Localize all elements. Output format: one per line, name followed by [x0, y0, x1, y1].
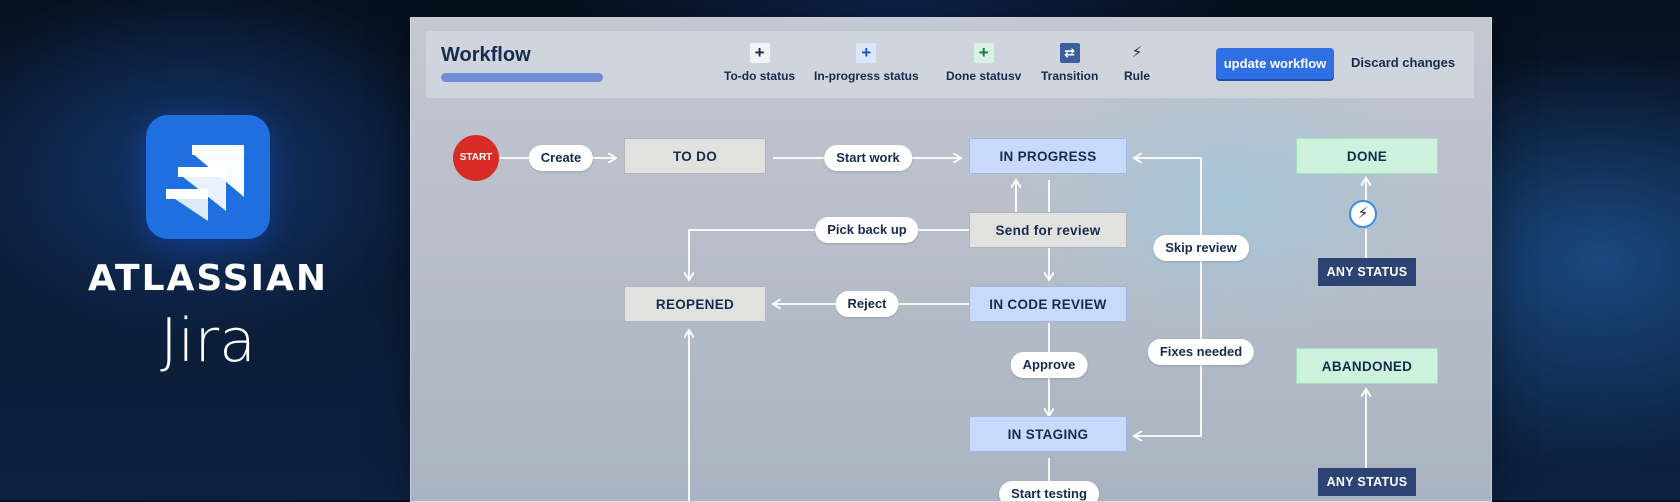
transition-create[interactable]: Create [528, 145, 594, 171]
status-todo[interactable]: TO DO [624, 138, 766, 174]
transition-skip-review[interactable]: Skip review [1153, 235, 1249, 261]
workflow-editor-panel: Workflow + To-do status + In-progress st… [410, 17, 1492, 502]
brand-product-name: Jira [160, 306, 256, 376]
start-node[interactable]: START [453, 135, 499, 181]
status-done[interactable]: DONE [1296, 138, 1438, 174]
status-in-code-review[interactable]: IN CODE REVIEW [969, 286, 1127, 322]
transition-send-for-review[interactable]: Send for review [969, 212, 1127, 248]
transition-start-work[interactable]: Start work [824, 145, 912, 171]
any-status-badge[interactable]: ANY STATUS [1318, 468, 1416, 496]
status-in-progress[interactable]: IN PROGRESS [969, 138, 1127, 174]
status-in-staging[interactable]: IN STAGING [969, 416, 1127, 452]
any-status-badge[interactable]: ANY STATUS [1318, 258, 1416, 286]
transition-reject[interactable]: Reject [835, 291, 899, 317]
transition-approve[interactable]: Approve [1010, 352, 1088, 378]
lightning-icon[interactable]: ⚡ [1349, 200, 1377, 228]
transition-fixes-needed[interactable]: Fixes needed [1147, 339, 1255, 365]
status-abandoned[interactable]: ABANDONED [1296, 348, 1438, 384]
transition-pick-back-up[interactable]: Pick back up [815, 217, 919, 243]
jira-logo-icon [146, 115, 270, 239]
status-reopened[interactable]: REOPENED [624, 286, 766, 322]
brand-company-name: ATLASSIAN [87, 258, 329, 299]
transition-start-testing[interactable]: Start testing [999, 481, 1099, 501]
